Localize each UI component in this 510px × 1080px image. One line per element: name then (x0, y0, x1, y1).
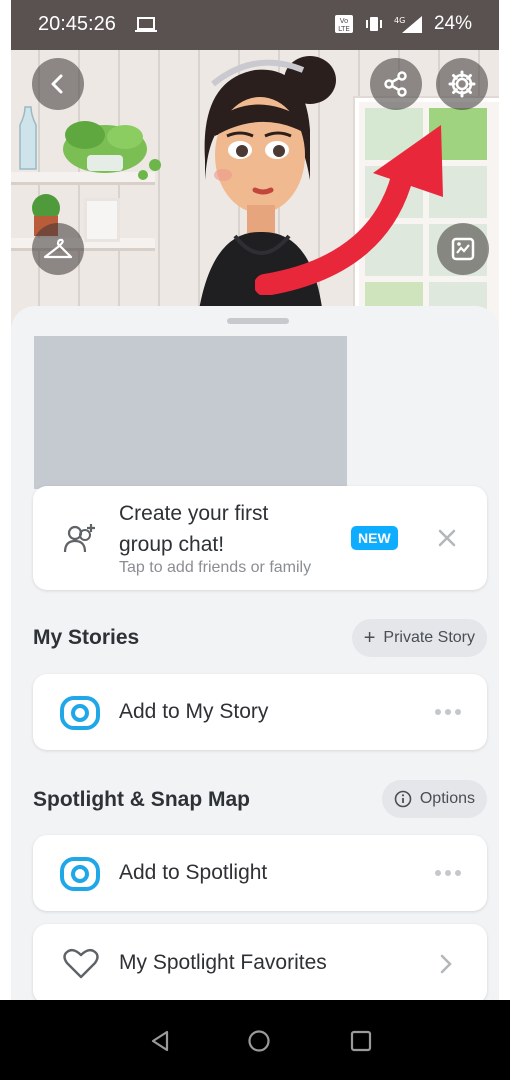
vase-plant-decoration (19, 106, 161, 180)
profile-sheet[interactable]: Create your first group chat! Tap to add… (11, 306, 499, 1006)
add-to-my-story-label: Add to My Story (119, 700, 269, 723)
settings-button[interactable] (436, 58, 488, 110)
info-icon (394, 790, 412, 808)
picture-frame-decoration (84, 198, 120, 242)
sheet-drag-handle[interactable] (227, 318, 289, 324)
annotation-arrow (255, 125, 443, 295)
group-chat-title: Create your first group chat! (119, 498, 268, 560)
private-story-label: Private Story (383, 629, 475, 646)
new-badge: NEW (351, 526, 398, 550)
recents-nav-icon[interactable] (350, 1030, 372, 1052)
add-to-spotlight-row[interactable]: Add to Spotlight (33, 835, 487, 911)
more-options-icon[interactable] (435, 870, 461, 876)
share-icon (384, 71, 407, 97)
back-nav-icon[interactable] (148, 1029, 172, 1053)
spotlight-heading: Spotlight & Snap Map (33, 788, 250, 811)
system-nav-bar (0, 1000, 510, 1080)
heart-icon (63, 948, 99, 979)
spotlight-options-button[interactable]: Options (381, 780, 487, 818)
status-icons: Vo LTE 4G 24% (334, 13, 472, 35)
screen-edge-right (499, 0, 510, 1080)
group-chat-title-line1: Create your first (119, 502, 269, 525)
my-stories-heading: My Stories (33, 626, 140, 649)
status-bar: 20:45:26 Vo LTE 4G 24% (0, 0, 510, 50)
chevron-right-icon (440, 954, 452, 974)
screen-edge-left (0, 0, 11, 1080)
battery-percent: 24% (433, 13, 472, 34)
background-button[interactable] (437, 223, 489, 275)
svg-text:LTE: LTE (338, 25, 350, 33)
screen: 20:45:26 Vo LTE 4G 24% Create your first… (0, 0, 510, 1080)
spotlight-favorites-label: My Spotlight Favorites (119, 951, 327, 974)
status-time: 20:45:26 (38, 13, 116, 35)
svg-text:Vo: Vo (340, 17, 349, 25)
svg-text:4G: 4G (394, 16, 405, 25)
signal-icon: 4G (394, 16, 422, 33)
picture-frame-icon (451, 237, 475, 261)
spotlight-favorites-row[interactable]: My Spotlight Favorites (33, 924, 487, 1004)
volte-icon: VoLTE (334, 15, 353, 33)
camera-icon (60, 857, 100, 891)
group-chat-card[interactable]: Create your first group chat! Tap to add… (33, 486, 487, 590)
outfit-button[interactable] (32, 223, 84, 275)
hanger-icon (43, 238, 73, 259)
private-story-button[interactable]: + Private Story (351, 619, 487, 657)
add-to-my-story-row[interactable]: Add to My Story (33, 674, 487, 750)
home-nav-icon[interactable] (247, 1029, 271, 1053)
back-button[interactable] (32, 58, 84, 110)
gear-icon (448, 70, 476, 98)
redacted-profile-info (34, 336, 347, 489)
plus-icon: + (363, 626, 376, 649)
vibrate-icon (365, 17, 382, 31)
close-icon[interactable] (438, 529, 456, 547)
share-button[interactable] (370, 58, 422, 110)
chevron-left-icon (51, 74, 63, 94)
profile-header (0, 50, 510, 340)
options-label: Options (419, 790, 475, 807)
camera-icon (60, 696, 100, 730)
laptop-icon (135, 17, 157, 32)
add-group-icon (63, 524, 95, 553)
add-to-spotlight-label: Add to Spotlight (119, 861, 268, 884)
more-options-icon[interactable] (435, 709, 461, 715)
group-chat-title-line2: group chat! (119, 533, 225, 556)
group-chat-subtitle: Tap to add friends or family (119, 559, 312, 576)
